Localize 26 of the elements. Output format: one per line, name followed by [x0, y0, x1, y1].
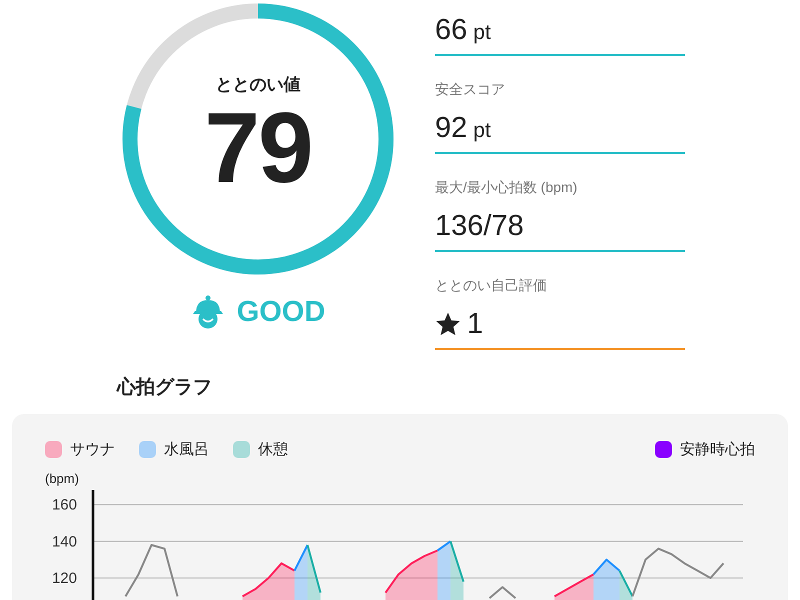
- stat-value: 92: [435, 111, 468, 146]
- stat-value: 66: [435, 13, 468, 48]
- stat-label: 最大/最小心拍数 (bpm): [435, 178, 578, 197]
- stat-label: 安全スコア: [435, 80, 506, 99]
- stat-unit: pt: [473, 119, 491, 143]
- section-title: 心拍グラフ: [117, 376, 213, 400]
- tick-label: 140: [52, 533, 77, 550]
- legend-swatch: [139, 441, 156, 458]
- score-value: 79: [204, 98, 312, 198]
- stat-value: 136/78: [435, 209, 524, 244]
- legend-label: 水風呂: [164, 440, 209, 459]
- star-icon: [435, 311, 461, 337]
- grade-label: GOOD: [236, 296, 326, 328]
- cap-mascot-icon: [190, 295, 225, 329]
- tick-label: 160: [52, 496, 77, 514]
- legend-swatch: [233, 441, 250, 458]
- score-title: ととのい値: [216, 74, 300, 96]
- stat-label: ととのい自己評価: [435, 276, 548, 295]
- stat-unit: pt: [473, 21, 491, 45]
- legend-label: サウナ: [70, 440, 115, 459]
- legend-swatch: [45, 441, 62, 458]
- legend-label: 安静時心拍: [680, 440, 755, 459]
- stat-value: 1: [467, 307, 484, 342]
- legend-label: 休憩: [258, 440, 288, 459]
- axis-label: (bpm): [45, 471, 80, 487]
- tick-label: 120: [52, 570, 77, 587]
